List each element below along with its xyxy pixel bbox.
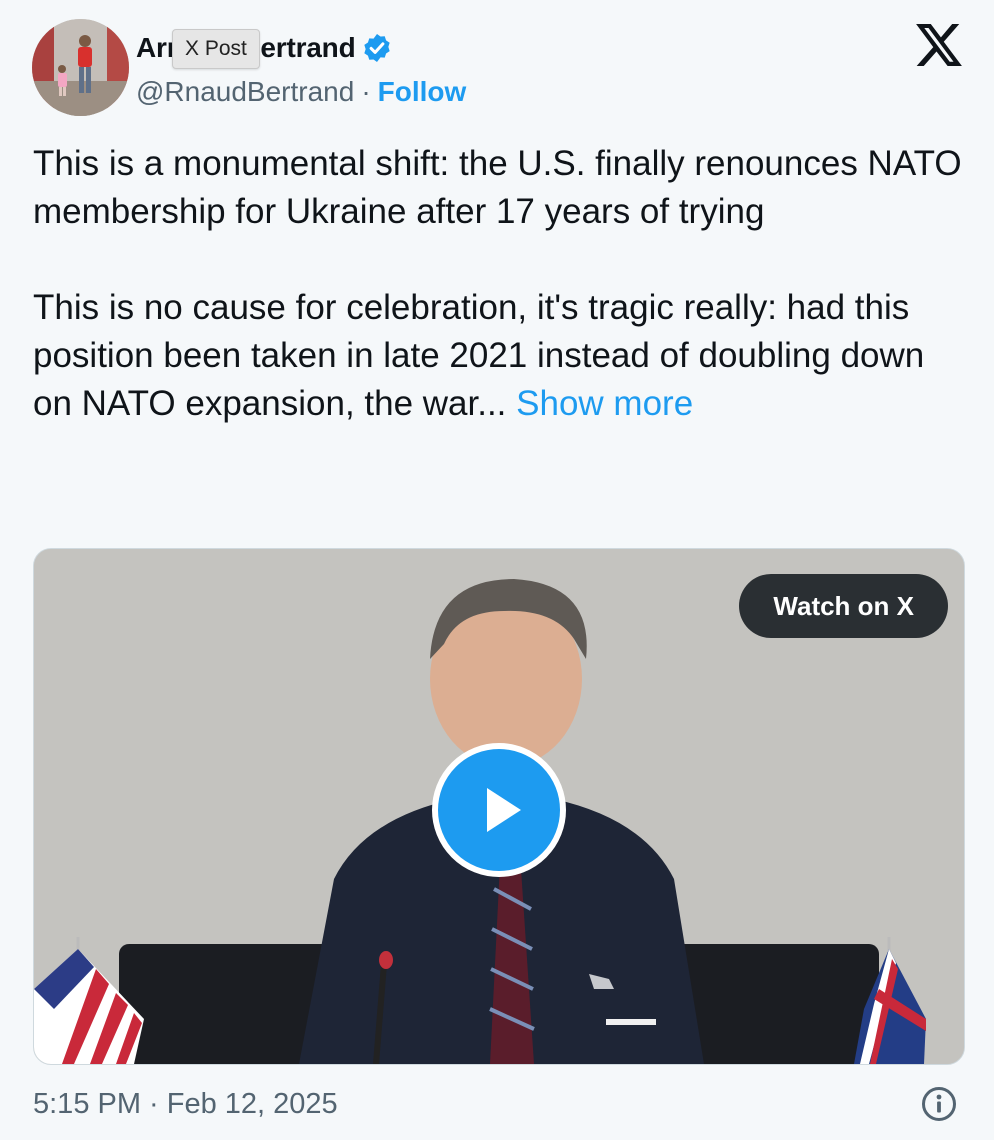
- tweet-timestamp[interactable]: 5:15 PM · Feb 12, 2025: [33, 1086, 338, 1122]
- avatar-photo: [32, 19, 129, 116]
- x-logo-icon[interactable]: [916, 24, 962, 66]
- author-avatar[interactable]: [32, 19, 129, 116]
- tweet-paragraph-1: This is a monumental shift: the U.S. fin…: [33, 144, 962, 231]
- handle-separator: ·: [361, 76, 371, 107]
- video-media[interactable]: Watch on X: [33, 548, 965, 1065]
- x-post-tooltip: X Post: [172, 29, 260, 69]
- tweet-paragraph-2: This is no cause for celebration, it's t…: [33, 284, 963, 428]
- author-handle[interactable]: @RnaudBertrand: [136, 76, 354, 108]
- tweet-paragraph-2-text: This is no cause for celebration, it's t…: [33, 288, 925, 423]
- watch-on-x-button[interactable]: Watch on X: [739, 574, 948, 638]
- author-handle-row: @RnaudBertrand · Follow: [136, 74, 466, 110]
- info-icon[interactable]: [920, 1085, 958, 1123]
- show-more-link[interactable]: Show more: [516, 384, 693, 423]
- play-icon: [487, 788, 521, 832]
- follow-button[interactable]: Follow: [378, 76, 467, 108]
- tweet-text: This is a monumental shift: the U.S. fin…: [33, 140, 963, 428]
- play-button[interactable]: [432, 743, 566, 877]
- verified-badge-icon: [361, 32, 393, 64]
- tweet-embed-card: Arnaud Bertrand X Post @RnaudBertrand · …: [0, 0, 994, 1140]
